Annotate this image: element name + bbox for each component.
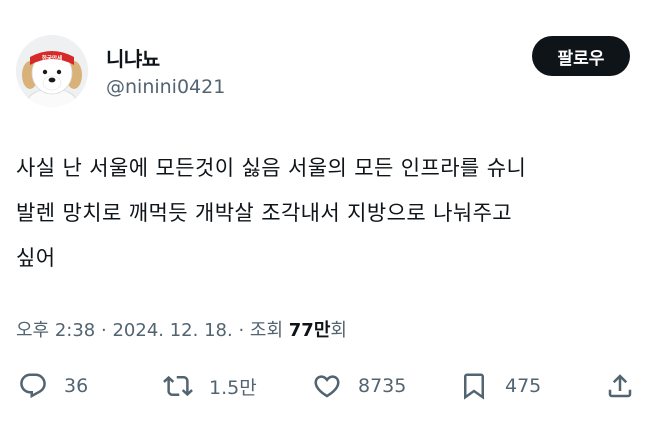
- bookmark-icon: [464, 373, 484, 400]
- reply-icon: [20, 373, 46, 399]
- author-display-name[interactable]: 니냐뇨: [106, 43, 160, 72]
- reply-button[interactable]: 36: [18, 366, 88, 406]
- meta-separator: ·: [238, 320, 245, 341]
- like-count: 8735: [358, 375, 407, 397]
- tweet-meta: 오후 2:38 · 2024. 12. 18. · 조회 77만회: [16, 316, 347, 342]
- bookmark-button[interactable]: 475: [459, 366, 541, 406]
- bookmark-count: 475: [505, 375, 542, 397]
- retweet-count: 1.5만: [209, 376, 257, 399]
- share-button[interactable]: [605, 366, 635, 406]
- views-suffix: 회: [330, 320, 347, 341]
- meta-separator: ·: [101, 320, 107, 341]
- author-handle[interactable]: @ninini0421: [106, 76, 225, 98]
- reply-count: 36: [64, 375, 89, 397]
- action-bar: 36 1.5만 8735 475: [0, 366, 658, 406]
- avatar[interactable]: 한국만세: [16, 35, 88, 107]
- retweet-icon: [163, 375, 193, 397]
- heart-icon: [314, 375, 340, 398]
- share-icon: [608, 374, 632, 398]
- tweet-date[interactable]: 2024. 12. 18.: [112, 320, 232, 341]
- headband-text: 한국만세: [42, 54, 62, 62]
- tweet-time[interactable]: 오후 2:38: [16, 320, 95, 341]
- retweet-button[interactable]: 1.5만: [163, 366, 257, 406]
- tweet-line: 싶어: [16, 246, 56, 270]
- views-label: 조회: [249, 320, 284, 341]
- like-button[interactable]: 8735: [312, 366, 406, 406]
- views-count: 77만: [288, 320, 331, 341]
- follow-button[interactable]: 팔로우: [532, 36, 630, 76]
- tweet-text: 사실 난 서울에 모든것이 싫음 서울의 모든 인프라를 슈니 발렌 망치로 깨…: [16, 146, 646, 281]
- tweet-line: 사실 난 서울에 모든것이 싫음 서울의 모든 인프라를 슈니: [16, 156, 527, 180]
- dog-avatar-icon: 한국만세: [16, 35, 88, 107]
- tweet-line: 발렌 망치로 깨먹듯 개박살 조각내서 지방으로 나눠주고: [16, 201, 513, 225]
